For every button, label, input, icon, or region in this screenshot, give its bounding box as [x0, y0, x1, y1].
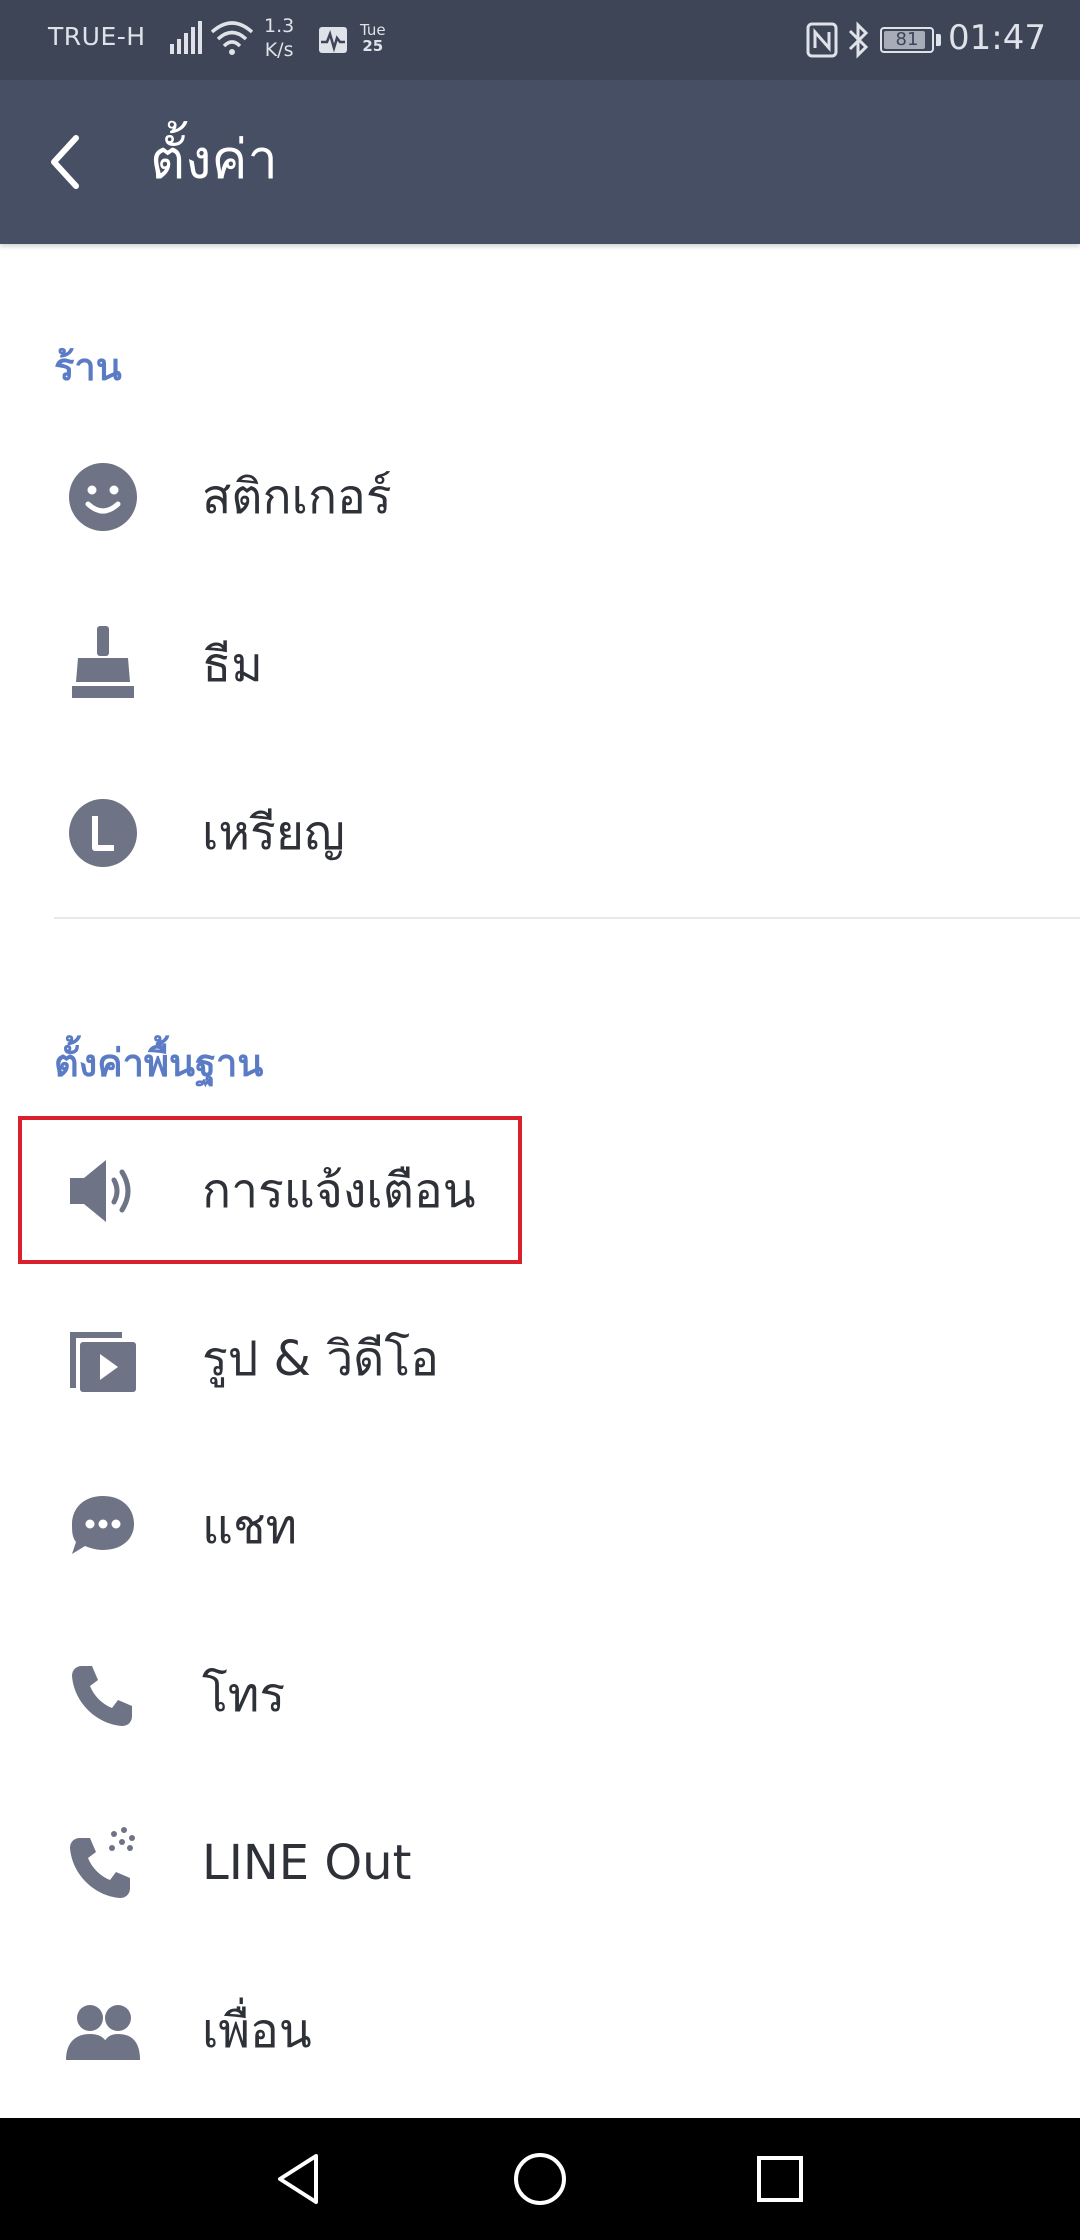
date-badge: Tue 25 [360, 21, 386, 55]
wifi-icon [210, 21, 254, 55]
page-title: ตั้งค่า [150, 128, 278, 191]
line-out-icon [70, 1827, 135, 1898]
settings-item-theme[interactable]: ธีม [0, 590, 1080, 740]
settings-item-notifications[interactable]: การแจ้งเตือน [0, 1116, 1080, 1266]
settings-item-stickers[interactable]: สติกเกอร์ [0, 422, 1080, 572]
friends-icon [66, 2005, 140, 2060]
phone-icon [72, 1666, 132, 1726]
battery-icon: 81 [880, 27, 934, 53]
speaker-icon [70, 1160, 131, 1222]
settings-item-line-out[interactable]: LINE Out [0, 1788, 1080, 1938]
network-speed: 1.3 K/s [264, 15, 295, 61]
nav-recents-icon[interactable] [745, 2144, 815, 2214]
settings-item-friends[interactable]: เพื่อน [0, 1956, 1080, 2106]
chat-icon [72, 1496, 134, 1554]
signal-icon [170, 21, 202, 54]
bluetooth-icon [848, 21, 869, 59]
settings-item-coins[interactable]: เหรียญ [0, 758, 1080, 908]
settings-item-label: โทร [202, 1667, 286, 1723]
media-icon [70, 1332, 136, 1392]
settings-item-label: เหรียญ [202, 805, 345, 861]
settings-item-label: สติกเกอร์ [202, 469, 392, 525]
smiley-icon [69, 463, 137, 531]
settings-item-photos-videos[interactable]: รูป & วิดีโอ [0, 1284, 1080, 1434]
settings-item-label: รูป & วิดีโอ [202, 1331, 439, 1387]
paint-brush-icon [72, 626, 134, 698]
settings-item-calls[interactable]: โทร [0, 1620, 1080, 1770]
section-title-shop: ร้าน [54, 345, 122, 389]
nfc-icon [806, 22, 838, 58]
back-arrow-icon[interactable] [40, 132, 100, 192]
settings-item-label: การแจ้งเตือน [202, 1163, 476, 1219]
system-nav-bar [0, 2118, 1080, 2240]
clock: 01:47 [948, 18, 1046, 58]
settings-item-label: เพื่อน [202, 2003, 312, 2059]
section-title-basic-settings: ตั้งค่าพื้นฐาน [54, 1041, 264, 1085]
settings-item-label: ธีม [202, 637, 263, 693]
settings-item-label: LINE Out [202, 1835, 412, 1891]
nav-home-icon[interactable] [505, 2144, 575, 2214]
nav-back-icon[interactable] [264, 2144, 334, 2214]
battery-tip [936, 34, 941, 46]
settings-item-chat[interactable]: แชท [0, 1452, 1080, 1602]
activity-monitor-icon [319, 27, 347, 53]
settings-item-label: แชท [202, 1499, 298, 1555]
status-bar: TRUE-H 1.3 K/s Tue 25 81 01:47 [0, 0, 1080, 80]
carrier-label: TRUE-H [48, 22, 146, 51]
section-divider [54, 917, 1080, 919]
app-bar: ตั้งค่า [0, 80, 1080, 244]
coin-icon [69, 799, 137, 867]
